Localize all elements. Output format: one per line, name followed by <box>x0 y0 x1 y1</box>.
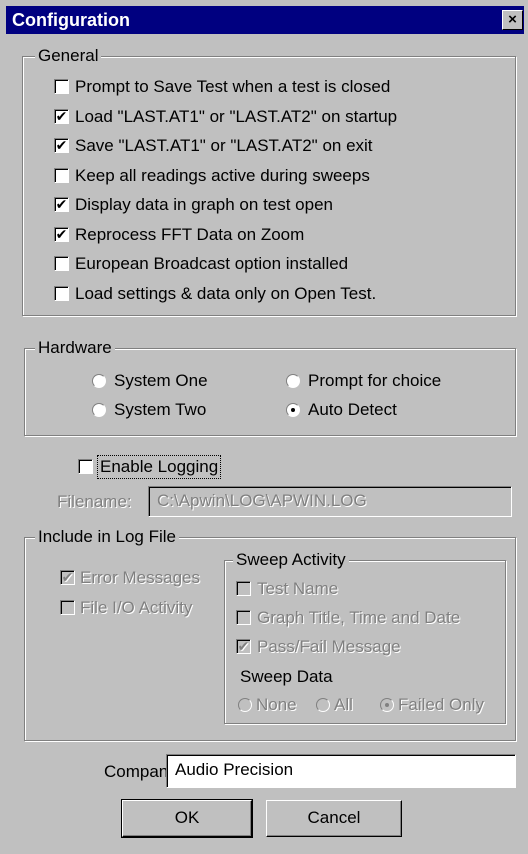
radio-label: System Two <box>114 400 207 419</box>
checkbox-box[interactable] <box>236 581 251 596</box>
hardware-group-label: Hardware <box>35 337 115 359</box>
checkbox-label: Reprocess FFT Data on Zoom <box>75 224 305 244</box>
checkbox-box[interactable] <box>54 167 69 183</box>
hardware-group: Hardware <box>24 337 516 436</box>
log-file-group-label: Include in Log File <box>35 526 179 548</box>
checkbox-box[interactable] <box>54 285 69 301</box>
checkbox-label: Prompt to Save Test when a test is close… <box>75 77 391 96</box>
error-messages-box[interactable]: ✔ <box>60 570 75 585</box>
file-io-label: File I/O Activity <box>80 598 193 617</box>
radio-button[interactable] <box>380 698 394 712</box>
ok-button[interactable]: OK <box>121 799 253 838</box>
checkbox-box[interactable] <box>54 256 69 271</box>
close-icon[interactable]: × <box>502 10 523 30</box>
radio-label: None <box>256 695 297 714</box>
checkbox-label: Load "LAST.AT1" or "LAST.AT2" on startup <box>75 106 398 126</box>
radio-label: All <box>334 695 353 714</box>
filename-field[interactable]: C:\Apwin\LOG\APWIN.LOG <box>148 486 512 517</box>
checkbox-box[interactable]: ✔ <box>54 108 69 124</box>
checkbox-label: European Broadcast option installed <box>75 254 349 273</box>
radio-button[interactable] <box>286 374 300 388</box>
filename-label: Filename: <box>57 492 132 511</box>
checkbox-box[interactable]: ✔ <box>54 226 69 242</box>
checkbox-box[interactable]: ✔ <box>54 138 69 153</box>
enable-logging-box[interactable] <box>78 459 93 474</box>
title-bar[interactable]: Configuration × <box>6 6 524 34</box>
radio-dot <box>385 703 389 707</box>
checkbox-label: Graph Title, Time and Date <box>257 608 461 627</box>
radio-dot <box>291 408 295 412</box>
cancel-button[interactable]: Cancel <box>266 800 402 837</box>
configuration-dialog: Configuration × General Hardware Enable … <box>0 0 528 854</box>
sweep-data-label: Sweep Data <box>238 666 335 688</box>
radio-button[interactable] <box>316 698 330 712</box>
ok-button-label: OK <box>174 808 200 827</box>
radio-button[interactable] <box>286 403 300 417</box>
radio-button[interactable] <box>92 374 106 388</box>
checkbox-label: Save "LAST.AT1" or "LAST.AT2" on exit <box>75 136 373 155</box>
file-io-box[interactable] <box>60 600 75 615</box>
radio-label: System One <box>114 371 208 390</box>
error-messages-label: Error Messages <box>80 568 200 587</box>
checkbox-box[interactable] <box>236 610 251 625</box>
checkbox-box[interactable] <box>54 79 69 94</box>
checkbox-label: Keep all readings active during sweeps <box>75 165 370 185</box>
radio-label: Failed Only <box>398 695 484 714</box>
company-input[interactable]: Audio Precision <box>166 754 516 788</box>
sweep-activity-label: Sweep Activity <box>233 549 349 571</box>
radio-button[interactable] <box>238 698 252 712</box>
checkbox-box[interactable]: ✔ <box>54 197 69 212</box>
radio-button[interactable] <box>92 403 106 417</box>
checkbox-label: Display data in graph on test open <box>75 195 334 214</box>
general-group-label: General <box>35 45 102 67</box>
radio-label: Prompt for choice <box>308 371 442 390</box>
checkbox-label: Load settings & data only on Open Test. <box>75 283 377 303</box>
checkbox-label: Pass/Fail Message <box>257 637 401 656</box>
checkbox-label: Test Name <box>257 579 339 598</box>
cancel-button-label: Cancel <box>307 808 361 827</box>
window-title: Configuration <box>12 10 130 30</box>
enable-logging-label: Enable Logging <box>97 455 222 479</box>
checkbox-box[interactable]: ✔ <box>236 639 251 654</box>
radio-label: Auto Detect <box>308 400 397 419</box>
